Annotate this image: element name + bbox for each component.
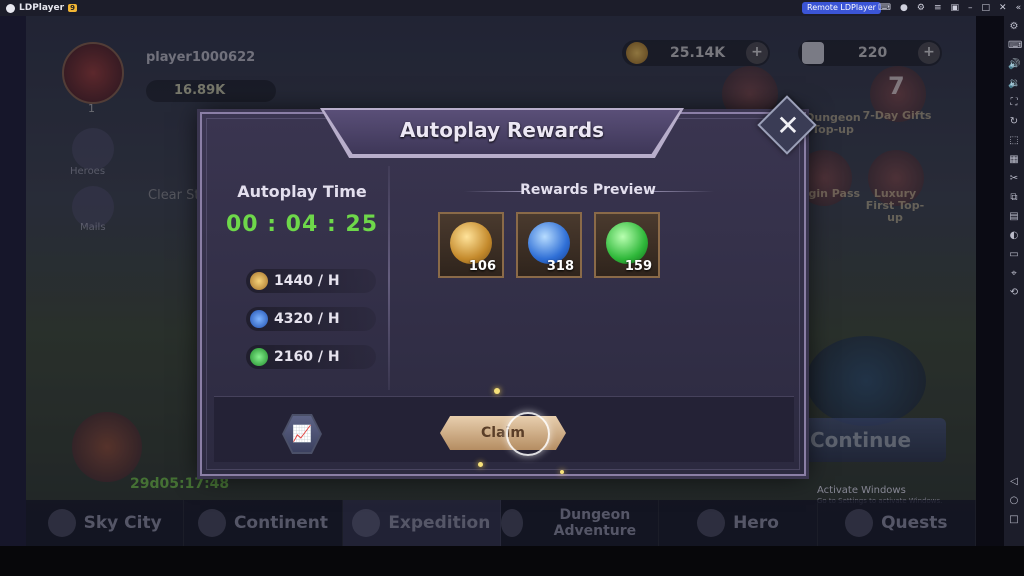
screenshot-icon[interactable]: ⛶ — [1008, 97, 1020, 109]
exp-rate: 2160 / H — [246, 345, 376, 369]
gold-rate: 1440 / H — [246, 269, 376, 293]
tap-highlight-ring — [506, 412, 550, 456]
rotate-icon[interactable]: ↻ — [1008, 116, 1020, 128]
app-name: LDPlayer — [19, 3, 65, 13]
blue-orb-rate: 4320 / H — [246, 307, 376, 331]
dialog-title: Autoplay Rewards — [399, 118, 605, 142]
reward-count: 318 — [546, 259, 574, 274]
gold-medal-icon — [450, 222, 492, 264]
folder-icon[interactable]: ▭ — [1008, 249, 1020, 261]
reward-item-gold[interactable]: 106 — [438, 212, 504, 278]
blue-orb-icon — [528, 222, 570, 264]
sparkle — [494, 388, 500, 394]
blue-orb-icon — [250, 310, 268, 328]
reward-item-exp[interactable]: 159 — [594, 212, 660, 278]
close-icon[interactable]: ✕ — [768, 106, 808, 146]
emulator-bottom-bar — [0, 546, 1024, 576]
autoplay-rewards-dialog: Autoplay Rewards ✕ Autoplay Time 00 : 04… — [200, 95, 817, 476]
panel-divider — [388, 166, 390, 390]
sparkle — [478, 462, 483, 467]
settings-icon[interactable]: ⚙ — [1008, 21, 1020, 33]
home-icon[interactable]: ○ — [1008, 495, 1020, 507]
sync-icon[interactable]: ▤ — [1008, 211, 1020, 223]
version-badge: 9 — [68, 4, 77, 12]
autoplay-summary: Autoplay Time 00 : 04 : 25 1440 / H 4320… — [216, 162, 388, 390]
install-apk-icon[interactable]: ⬚ — [1008, 135, 1020, 147]
collapse-sidebar-icon[interactable]: « — [1016, 3, 1022, 13]
blue-rate-value: 4320 / H — [274, 311, 340, 327]
gold-rate-value: 1440 / H — [274, 273, 340, 289]
account-icon[interactable]: ● — [900, 3, 908, 13]
rewards-preview-label: Rewards Preview — [520, 182, 656, 198]
settings-icon[interactable]: ⚙ — [917, 3, 925, 13]
exp-orb-icon — [606, 222, 648, 264]
reward-item-blue-orb[interactable]: 318 — [516, 212, 582, 278]
multi-instance-icon[interactable]: ⧉ — [1008, 192, 1020, 204]
exp-rate-value: 2160 / H — [274, 349, 340, 365]
volume-up-icon[interactable]: 🔊 — [1008, 59, 1020, 71]
scissors-icon[interactable]: ✂ — [1008, 173, 1020, 185]
volume-down-icon[interactable]: 🔉 — [1008, 78, 1020, 90]
screen-icon[interactable]: ▣ — [950, 3, 959, 13]
record-icon[interactable]: ▦ — [1008, 154, 1020, 166]
ldplayer-logo-icon — [6, 3, 15, 13]
minimize-icon[interactable]: – — [968, 3, 973, 13]
operation-record-icon[interactable]: ◐ — [1008, 230, 1020, 242]
emulator-sidebar: ⚙ ⌨ 🔊 🔉 ⛶ ↻ ⬚ ▦ ✂ ⧉ ▤ ◐ ▭ ⌖ ⟲ ◁ ○ □ — [1004, 16, 1024, 546]
recent-apps-icon[interactable]: □ — [1008, 514, 1020, 526]
emulator-logo: LDPlayer 9 — [6, 3, 77, 13]
close-window-icon[interactable]: ✕ — [999, 3, 1007, 13]
reward-count: 106 — [468, 259, 496, 274]
autoplay-time-value: 00 : 04 : 25 — [225, 212, 379, 237]
back-icon[interactable]: ◁ — [1008, 476, 1020, 488]
maximize-icon[interactable]: □ — [982, 3, 991, 13]
location-icon[interactable]: ⌖ — [1008, 268, 1020, 280]
gamepad-icon[interactable]: ⌨ — [878, 3, 891, 13]
gold-coin-icon — [250, 272, 268, 290]
rewards-line-right — [654, 191, 714, 192]
sparkle — [560, 470, 564, 474]
left-margin — [0, 16, 26, 546]
exp-orb-icon — [250, 348, 268, 366]
emulator-title-bar: LDPlayer 9 Remote LDPlayer ⌨ ● ⚙ ≡ ▣ – □… — [0, 0, 1024, 16]
keyboard-icon[interactable]: ⌨ — [1008, 40, 1022, 52]
autoplay-time-label: Autoplay Time — [237, 182, 367, 201]
remote-ldplayer-button[interactable]: Remote LDPlayer — [802, 2, 881, 14]
shake-icon[interactable]: ⟲ — [1008, 287, 1020, 299]
menu-icon[interactable]: ≡ — [934, 3, 942, 13]
reward-count: 159 — [624, 259, 652, 274]
